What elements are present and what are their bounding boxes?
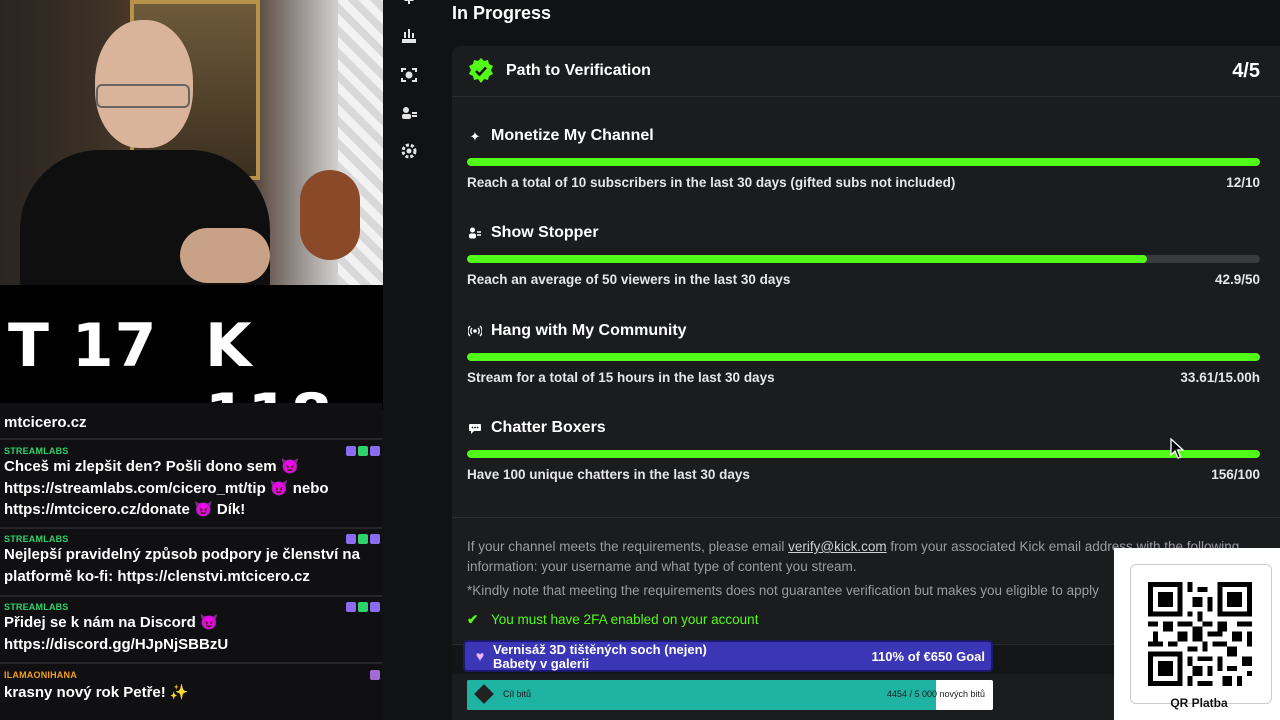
chat-badges: [346, 602, 380, 612]
chat-username: STREAMLABS: [4, 602, 69, 612]
card-progress-count: 4/5: [1232, 60, 1260, 82]
requirement-description: Reach an average of 50 viewers in the la…: [467, 272, 791, 287]
requirement-chatters: Chatter Boxers Have 100 unique chatters …: [467, 419, 1260, 489]
progress-bar-fill: [467, 255, 1148, 263]
chat-message: STREAMLABS Chceš mi zlepšit den? Pošli d…: [0, 441, 382, 529]
streamer-hand: [180, 228, 270, 283]
section-title: In Progress: [452, 3, 552, 23]
progress-bar: [467, 450, 1260, 458]
chat-message-text: mtcicero.cz: [4, 414, 87, 431]
chat-username: ILAMAONIHANA: [4, 670, 77, 680]
goal-amount: 110% of €650 Goal: [871, 649, 985, 664]
streamer-glasses: [96, 84, 190, 108]
kofi-cup-icon: ♥: [475, 648, 485, 664]
bits-goal-amount: 4454 / 5 000 nových bitů: [886, 689, 985, 699]
verified-badge-icon: [469, 58, 493, 83]
users-icon[interactable]: [400, 104, 418, 122]
bits-goal-fill: [467, 680, 936, 710]
twofa-text: You must have 2FA enabled on your accoun…: [491, 612, 759, 627]
chat-message-text: Nejlepší pravidelný způsob podpory je čl…: [4, 546, 360, 585]
bits-goal-label: Cíl bitů: [503, 689, 532, 699]
progress-bar: [467, 158, 1260, 166]
chat-badges: [346, 534, 380, 544]
twofa-requirement: ✔ You must have 2FA enabled on your accou…: [467, 612, 758, 628]
progress-bar-fill: [467, 450, 1260, 458]
chat-message: ILAMAONIHANA krasny nový rok Petře! ✨: [0, 665, 382, 711]
progress-bar: [467, 255, 1260, 263]
progress-bar: [467, 353, 1260, 361]
score-overlay: T 17 K 118: [0, 285, 383, 451]
requirement-description: Stream for a total of 15 hours in the la…: [467, 370, 775, 385]
requirement-value: 42.9/50: [1214, 272, 1260, 287]
requirement-monetize: ✦ Monetize My Channel Reach a total of 1…: [467, 127, 1260, 197]
camera-icon[interactable]: [400, 66, 418, 84]
score-t: T 17: [8, 311, 158, 381]
people-icon: [467, 226, 483, 242]
chat-username: STREAMLABS: [4, 446, 69, 456]
verification-note: *Kindly note that meeting the requiremen…: [467, 583, 1099, 598]
progress-bar-fill: [467, 158, 1260, 166]
bits-goal-overlay: Cíl bitů 4454 / 5 000 nových bitů: [467, 680, 993, 710]
requirement-value: 12/10: [1226, 175, 1260, 190]
side-icon-rail: [386, 0, 432, 720]
chat-username: STREAMLABS: [4, 534, 69, 544]
webcam-feed: [0, 0, 383, 285]
qr-label: QR Platba: [1170, 696, 1228, 710]
chat-message: mtcicero.cz: [0, 403, 382, 440]
qr-code: [1148, 582, 1252, 686]
kofi-goal-overlay: ♥ Vernisáž 3D tištěných soch (nejen) Bab…: [463, 640, 993, 672]
chat-badges: [370, 670, 380, 680]
broadcast-icon: [467, 324, 483, 340]
card-header[interactable]: Path to Verification 4/5: [452, 46, 1280, 97]
settings-icon[interactable]: [400, 142, 418, 160]
requirement-value: 156/100: [1211, 467, 1260, 482]
goal-label: Vernisáž 3D tištěných soch (nejen) Babet…: [493, 642, 707, 671]
qr-payment-overlay: QR Platba: [1114, 548, 1280, 720]
mouse-cursor-icon: [1170, 438, 1184, 459]
progress-bar-fill: [467, 353, 1260, 361]
card-title: Path to Verification: [506, 62, 651, 79]
chat-overlay: mtcicero.cz STREAMLABS Chceš mi zlepšit …: [0, 403, 382, 720]
requirement-viewers: Show Stopper Reach an average of 50 view…: [467, 224, 1260, 294]
background-vase: [300, 170, 360, 260]
chat-message-text: krasny nový rok Petře! ✨: [4, 684, 189, 701]
chat-message-text: Přidej se k nám na Discord 😈 https://dis…: [4, 614, 229, 653]
upload-icon[interactable]: [400, 0, 418, 10]
checkmark-icon: ✔: [467, 612, 479, 627]
chat-message: STREAMLABS Nejlepší pravidelný způsob po…: [0, 530, 382, 597]
requirement-hours: Hang with My Community Stream for a tota…: [467, 322, 1260, 392]
chat-bubble-icon: [467, 421, 483, 437]
verify-email-link[interactable]: verify@kick.com: [788, 539, 886, 554]
info-text-before: If your channel meets the requirements, …: [467, 539, 789, 554]
requirement-title: Hang with My Community: [491, 322, 687, 339]
requirement-description: Reach a total of 10 subscribers in the l…: [467, 175, 956, 190]
chat-message: STREAMLABS Přidej se k nám na Discord 😈 …: [0, 598, 382, 664]
requirement-value: 33.61/15.00h: [1180, 370, 1260, 385]
sparkle-icon: ✦: [469, 129, 481, 144]
requirement-title: Show Stopper: [491, 224, 599, 241]
chat-badges: [346, 446, 380, 456]
requirement-title: Monetize My Channel: [491, 127, 654, 144]
requirement-description: Have 100 unique chatters in the last 30 …: [467, 467, 750, 482]
dashboard-icon[interactable]: [400, 27, 418, 45]
requirement-title: Chatter Boxers: [491, 419, 606, 436]
screen: { "score": { "t": "T 17", "k": "K 118" }…: [0, 0, 1280, 720]
chat-message-text: Chceš mi zlepšit den? Pošli dono sem 😈 h…: [4, 458, 329, 518]
